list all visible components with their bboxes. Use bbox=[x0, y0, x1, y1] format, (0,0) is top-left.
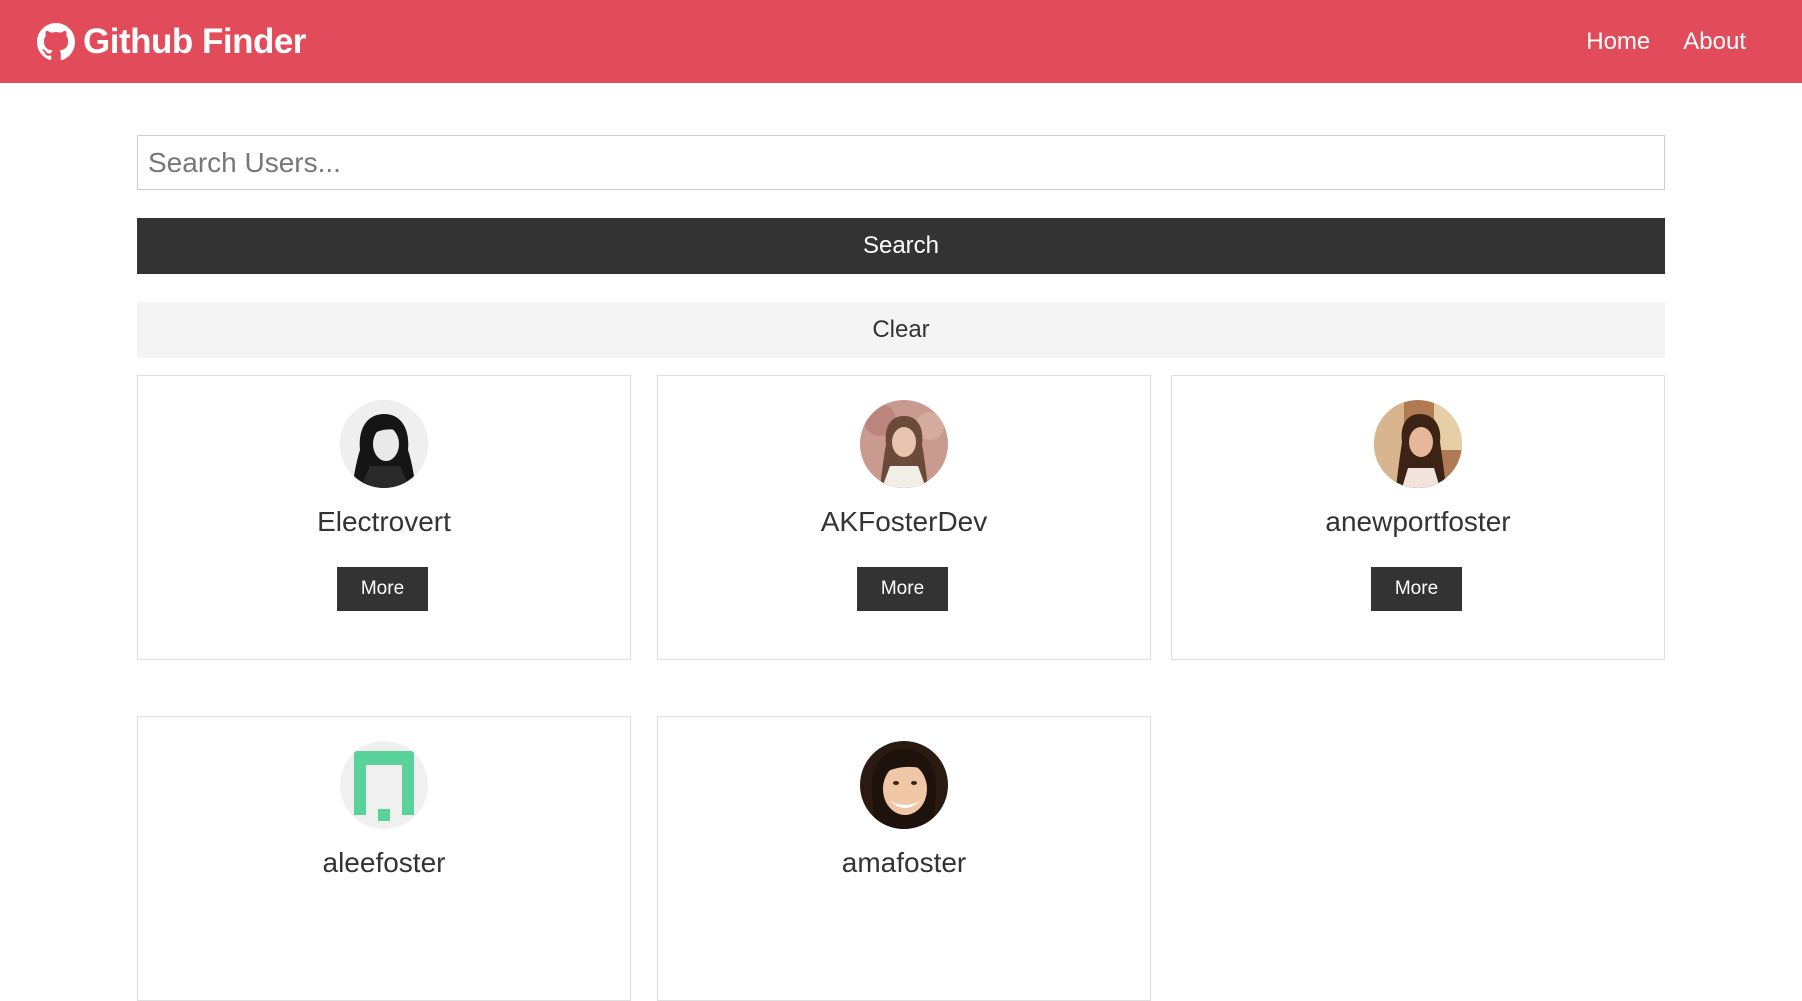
search-button[interactable]: Search bbox=[137, 218, 1665, 274]
nav-links: Home About bbox=[1553, 28, 1746, 56]
avatar bbox=[860, 400, 948, 488]
more-button[interactable]: More bbox=[1371, 567, 1462, 611]
avatar bbox=[860, 741, 948, 829]
avatar bbox=[340, 741, 428, 829]
more-button[interactable]: More bbox=[337, 567, 428, 611]
clear-button[interactable]: Clear bbox=[137, 302, 1665, 358]
username: AKFosterDev bbox=[820, 506, 988, 537]
app-title: Github Finder bbox=[83, 21, 306, 61]
avatar bbox=[1374, 400, 1462, 488]
user-card: anewportfoster More bbox=[1171, 375, 1665, 660]
github-icon bbox=[37, 22, 75, 61]
username: amafoster bbox=[841, 847, 967, 878]
user-card: Electrovert More bbox=[137, 375, 631, 660]
username: aleefoster bbox=[322, 847, 446, 878]
user-card: aleefoster bbox=[137, 716, 631, 1001]
navbar: Github Finder Home About bbox=[0, 0, 1802, 83]
nav-link-home[interactable]: Home bbox=[1586, 28, 1650, 56]
avatar bbox=[340, 400, 428, 488]
search-input[interactable] bbox=[137, 135, 1665, 190]
nav-link-about[interactable]: About bbox=[1683, 28, 1746, 56]
username: anewportfoster bbox=[1325, 506, 1511, 537]
user-card: AKFosterDev More bbox=[657, 375, 1151, 660]
more-button[interactable]: More bbox=[857, 567, 948, 611]
username: Electrovert bbox=[317, 506, 451, 537]
user-card: amafoster bbox=[657, 716, 1151, 1001]
brand[interactable]: Github Finder bbox=[37, 22, 306, 62]
